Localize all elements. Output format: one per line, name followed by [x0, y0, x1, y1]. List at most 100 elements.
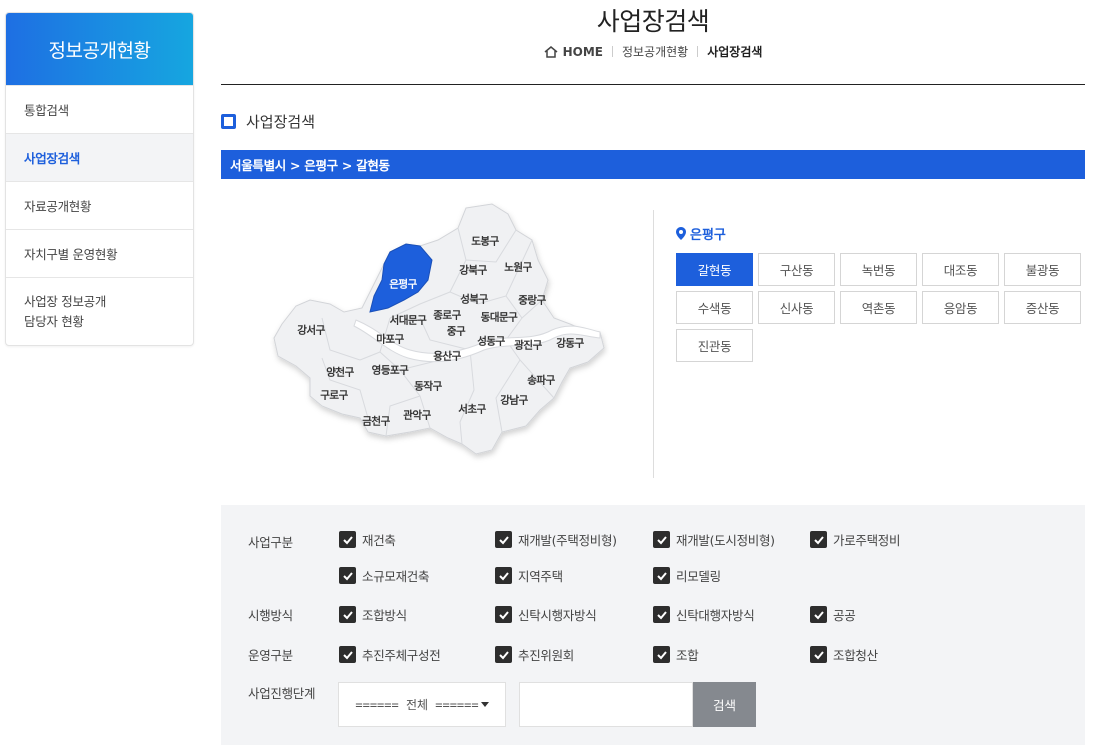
- district-label-seodaemun[interactable]: 서대문구: [390, 313, 427, 328]
- checkbox-label: 공공: [833, 608, 856, 623]
- dong-button-sinsa[interactable]: 신사동: [758, 291, 835, 324]
- checkbox-union-liquidation[interactable]: 조합청산: [810, 645, 878, 664]
- header-divider: [221, 84, 1085, 85]
- stage-select-value: ====== 전체 ======: [355, 698, 479, 712]
- breadcrumb-divider: [697, 46, 699, 57]
- checkbox-committee[interactable]: 추진위원회: [495, 645, 574, 664]
- breadcrumb-home-label: HOME: [562, 44, 603, 59]
- checkbox-label: 신탁대행자방식: [676, 608, 755, 623]
- checkbox-label: 지역주택: [518, 569, 563, 584]
- sidebar-item-integrated-search[interactable]: 통합검색: [6, 85, 193, 133]
- checkbox-union[interactable]: 조합: [653, 645, 699, 664]
- dong-button-jingwan[interactable]: 진관동: [676, 329, 753, 362]
- checkbox-before-committee[interactable]: 추진주체구성전: [339, 645, 441, 664]
- dong-button-bulgwang[interactable]: 불광동: [1004, 253, 1081, 286]
- district-label-dobong[interactable]: 도봉구: [471, 234, 499, 249]
- sidebar-title: 정보공개현황: [6, 13, 193, 85]
- section-title: 사업장검색: [246, 113, 316, 131]
- dong-button-daejo[interactable]: 대조동: [922, 253, 999, 286]
- checkbox-local-housing[interactable]: 지역주택: [495, 566, 563, 585]
- sidebar-item-data-disclosure[interactable]: 자료공개현황: [6, 181, 193, 229]
- checkbox-redevelop-housing[interactable]: 재개발(주택정비형): [495, 530, 617, 549]
- checkbox-checked-icon: [495, 606, 512, 623]
- location-path-bar: 서울특별시 > 은평구 > 갈현동: [221, 150, 1085, 179]
- district-label-yangcheon[interactable]: 양천구: [326, 365, 354, 380]
- district-label-gangdong[interactable]: 강동구: [556, 336, 584, 351]
- checkbox-checked-icon: [810, 531, 827, 548]
- dong-button-yeokchon[interactable]: 역촌동: [840, 291, 917, 324]
- sidebar-item-site-search[interactable]: 사업장검색: [6, 133, 193, 181]
- checkbox-checked-icon: [653, 646, 670, 663]
- checkbox-checked-icon: [653, 606, 670, 623]
- checkbox-label: 추진주체구성전: [362, 648, 441, 663]
- checkbox-label: 신탁시행자방식: [518, 608, 597, 623]
- checkbox-label: 재개발(주택정비형): [518, 533, 617, 548]
- district-label-songpa[interactable]: 송파구: [527, 373, 555, 388]
- checkbox-reconstruction[interactable]: 재건축: [339, 530, 396, 549]
- district-label-yongsan[interactable]: 용산구: [433, 349, 461, 364]
- dong-button-gusan[interactable]: 구산동: [758, 253, 835, 286]
- search-button[interactable]: 검색: [693, 682, 756, 727]
- checkbox-label: 가로주택정비: [833, 533, 901, 548]
- district-label-seongbuk[interactable]: 성북구: [460, 292, 488, 307]
- breadcrumb: HOME 정보공개현황 사업장검색: [221, 43, 1085, 60]
- district-label-geumcheon[interactable]: 금천구: [362, 414, 390, 429]
- seoul-district-map: 도봉구 강북구 노원구 은평구 성북구 중랑구 서대문구 종로구 동대문구 강서…: [270, 200, 610, 465]
- dong-button-grid: 갈현동 구산동 녹번동 대조동 불광동 수색동 신사동 역촌동 응암동 증산동 …: [676, 253, 1082, 362]
- breadcrumb-home[interactable]: HOME: [544, 45, 603, 59]
- district-label-gangnam[interactable]: 강남구: [500, 393, 528, 408]
- district-label-mapo[interactable]: 마포구: [376, 332, 404, 347]
- checkbox-checked-icon: [495, 567, 512, 584]
- selected-gu-label: 은평구: [690, 228, 726, 243]
- checkbox-remodeling[interactable]: 리모델링: [653, 566, 721, 585]
- dong-button-eungam[interactable]: 응암동: [922, 291, 999, 324]
- district-label-nowon[interactable]: 노원구: [504, 260, 532, 275]
- district-label-seongdong[interactable]: 성동구: [477, 334, 505, 349]
- district-label-guro[interactable]: 구로구: [320, 388, 348, 403]
- district-label-yeongdeungpo[interactable]: 영등포구: [372, 363, 409, 378]
- stage-select[interactable]: ====== 전체 ======: [338, 682, 506, 727]
- page-title: 사업장검색: [596, 7, 710, 36]
- checkbox-checked-icon: [810, 646, 827, 663]
- checkbox-public[interactable]: 공공: [810, 605, 856, 624]
- district-label-seocho[interactable]: 서초구: [458, 402, 486, 417]
- district-label-gangbuk[interactable]: 강북구: [459, 263, 487, 278]
- checkbox-label: 재건축: [362, 533, 396, 548]
- sidebar-item-district-status[interactable]: 자치구별 운영현황: [6, 229, 193, 277]
- district-label-gangseo[interactable]: 강서구: [297, 323, 325, 338]
- checkbox-checked-icon: [653, 567, 670, 584]
- checkbox-label: 조합청산: [833, 648, 878, 663]
- checkbox-association[interactable]: 조합방식: [339, 605, 407, 624]
- checkbox-trust-executor[interactable]: 신탁시행자방식: [495, 605, 597, 624]
- district-label-jungnang[interactable]: 중랑구: [518, 293, 546, 308]
- dong-button-galhyeon[interactable]: 갈현동: [676, 253, 753, 286]
- sidebar: 정보공개현황 통합검색 사업장검색 자료공개현황 자치구별 운영현황 사업장 정…: [5, 12, 194, 346]
- district-label-eunpyeong[interactable]: 은평구: [389, 277, 417, 292]
- checkbox-street-housing[interactable]: 가로주택정비: [810, 530, 901, 549]
- checkbox-redevelop-urban[interactable]: 재개발(도시정비형): [653, 530, 775, 549]
- dong-button-jeungsan[interactable]: 증산동: [1004, 291, 1081, 324]
- district-label-dongdaemun[interactable]: 동대문구: [481, 310, 518, 325]
- checkbox-label: 리모델링: [676, 569, 721, 584]
- checkbox-trust-agent[interactable]: 신탁대행자방식: [653, 605, 755, 624]
- chevron-down-icon: [480, 702, 489, 707]
- filter-panel: 사업구분 재건축 재개발(주택정비형) 재개발(도시정비형) 가로주택정비 소규…: [221, 505, 1085, 745]
- district-label-jongno[interactable]: 종로구: [433, 308, 461, 323]
- checkbox-small-reconstruction[interactable]: 소규모재건축: [339, 566, 430, 585]
- dong-button-susaek[interactable]: 수색동: [676, 291, 753, 324]
- business-type-label: 사업구분: [248, 535, 293, 550]
- breadcrumb-divider: [611, 46, 613, 57]
- district-label-gwangjin[interactable]: 광진구: [514, 338, 542, 353]
- checkbox-checked-icon: [810, 606, 827, 623]
- district-label-dongjak[interactable]: 동작구: [414, 379, 442, 394]
- search-input[interactable]: [519, 682, 693, 727]
- home-icon: [544, 45, 558, 58]
- dong-button-nokbeon[interactable]: 녹번동: [840, 253, 917, 286]
- district-label-gwanak[interactable]: 관악구: [403, 408, 431, 423]
- sidebar-item-contact-status[interactable]: 사업장 정보공개 담당자 현황: [6, 277, 193, 345]
- selected-gu-title: 은평구: [676, 224, 726, 243]
- district-label-jung[interactable]: 중구: [447, 324, 466, 339]
- sidebar-item-label-line1: 사업장 정보공개: [24, 293, 107, 309]
- sidebar-item-label-line2: 담당자 현황: [24, 313, 84, 329]
- breadcrumb-parent[interactable]: 정보공개현황: [622, 43, 688, 60]
